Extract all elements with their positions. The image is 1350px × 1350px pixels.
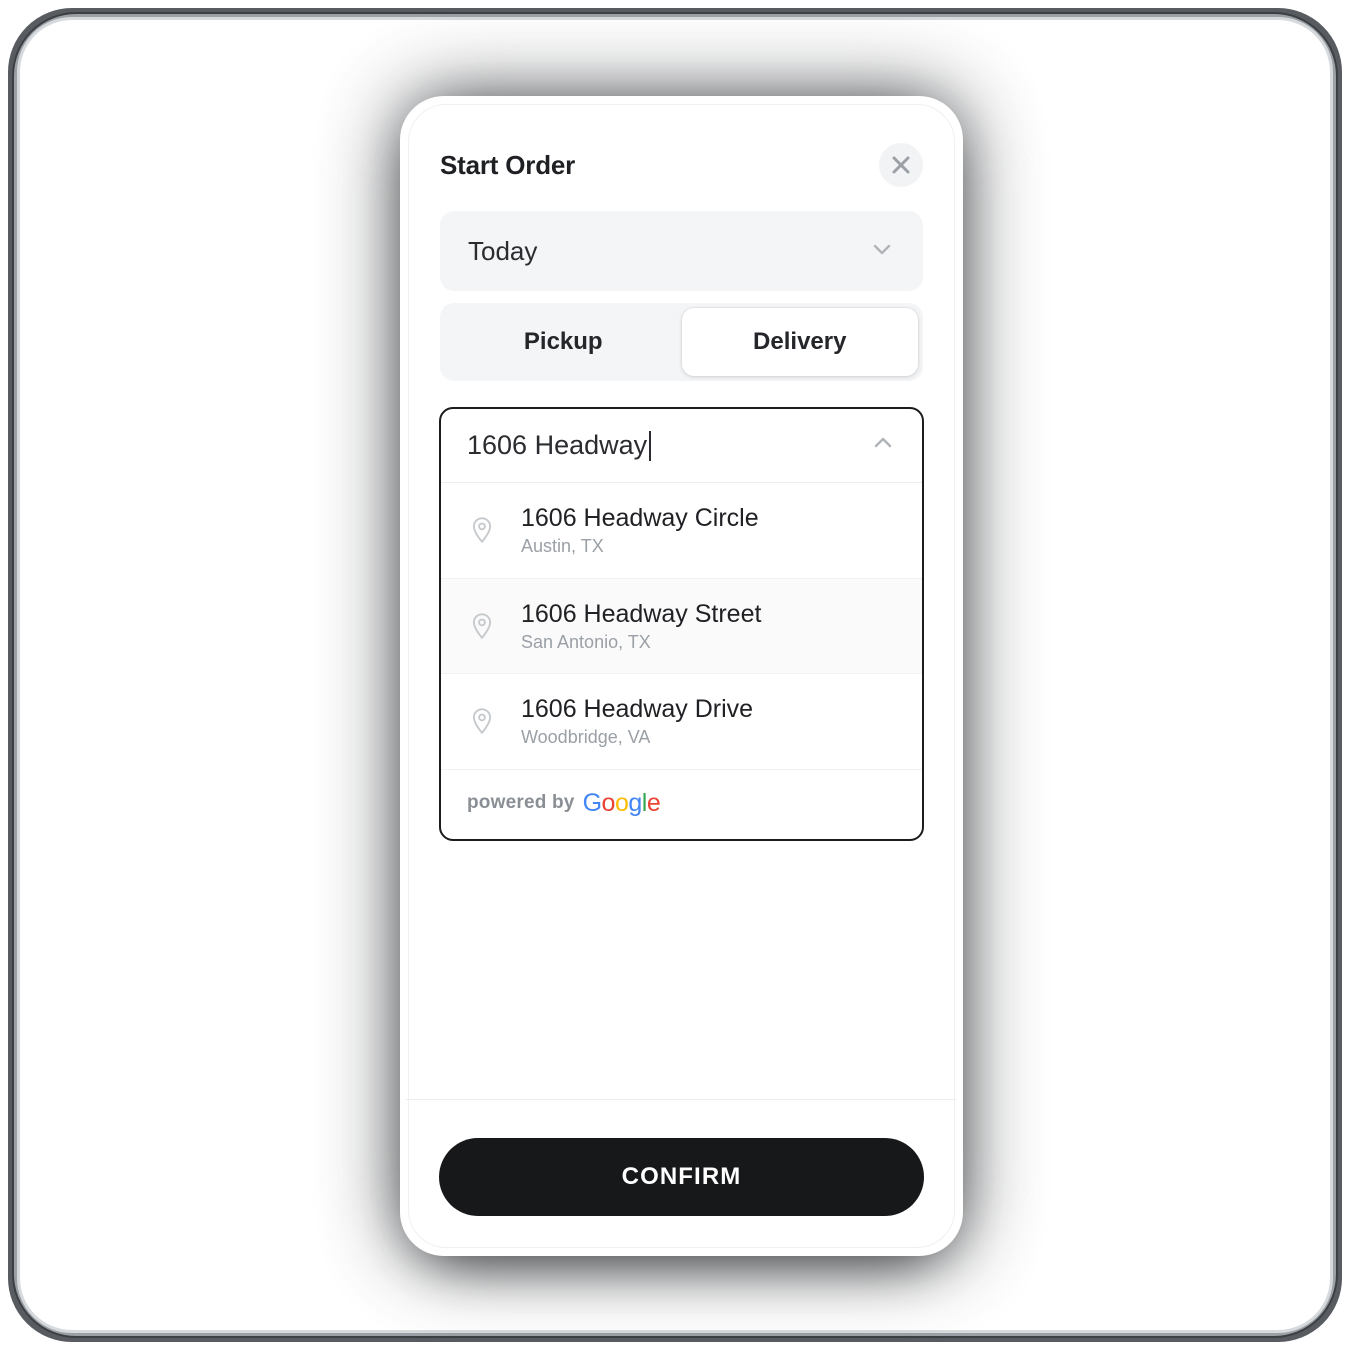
text-caret <box>649 430 652 461</box>
confirm-button[interactable]: CONFIRM <box>439 1138 924 1216</box>
location-pin-icon <box>467 515 521 545</box>
location-pin-icon <box>467 611 521 641</box>
close-icon <box>890 154 912 176</box>
list-item-title: 1606 Headway Drive <box>521 695 754 724</box>
tab-pickup[interactable]: Pickup <box>445 308 682 376</box>
google-logo-letter-1: G <box>582 788 602 817</box>
list-item-texts: 1606 Headway Drive Woodbridge, VA <box>521 694 753 749</box>
list-item[interactable]: 1606 Headway Circle Austin, TX <box>441 483 922 579</box>
list-item[interactable]: 1606 Headway Drive Woodbridge, VA <box>441 674 922 770</box>
sheet-header: Start Order <box>440 138 923 192</box>
google-logo-letter-6: e <box>646 788 661 817</box>
date-select-value: Today <box>468 235 538 266</box>
list-item-title: 1606 Headway Circle <box>521 504 759 532</box>
list-item-texts: 1606 Headway Circle Austin, TX <box>521 503 759 558</box>
google-logo: Google <box>583 789 661 818</box>
google-attribution: powered by Google <box>441 770 922 839</box>
google-logo-letter-3: o <box>614 788 629 817</box>
location-pin-icon <box>467 706 521 736</box>
address-search-input[interactable]: 1606 Headway <box>441 409 922 483</box>
google-logo-letter-4: g <box>628 788 642 817</box>
address-search-value: 1606 Headway <box>467 430 648 460</box>
list-item-title: 1606 Headway Street <box>521 599 762 628</box>
address-search-value-wrap: 1606 Headway <box>467 430 652 461</box>
chevron-down-icon <box>869 236 895 267</box>
list-item-subtitle: Austin, TX <box>521 536 604 556</box>
page-title: Start Order <box>440 149 576 180</box>
date-select[interactable]: Today <box>440 211 923 291</box>
list-item-subtitle: San Antonio, TX <box>521 631 651 652</box>
address-autocomplete: 1606 Headway 1606 Headway Circle Austin,… <box>439 407 924 841</box>
list-item-subtitle: Woodbridge, VA <box>521 727 651 748</box>
attribution-prefix: powered by <box>467 792 575 814</box>
start-order-sheet: Start Order Today Pickup Delivery 1606 H… <box>400 96 963 1256</box>
tab-delivery[interactable]: Delivery <box>681 308 918 376</box>
close-button[interactable] <box>879 143 923 187</box>
phone-device: Start Order Today Pickup Delivery 1606 H… <box>400 96 963 1256</box>
screenshot-stage: Start Order Today Pickup Delivery 1606 H… <box>0 0 1350 1350</box>
google-logo-letter-2: o <box>601 788 616 817</box>
chevron-up-icon[interactable] <box>870 430 896 461</box>
order-mode-segmented-control: Pickup Delivery <box>440 303 923 381</box>
footer-divider <box>406 1099 957 1100</box>
list-item[interactable]: 1606 Headway Street San Antonio, TX <box>441 578 922 675</box>
list-item-texts: 1606 Headway Street San Antonio, TX <box>521 599 761 654</box>
